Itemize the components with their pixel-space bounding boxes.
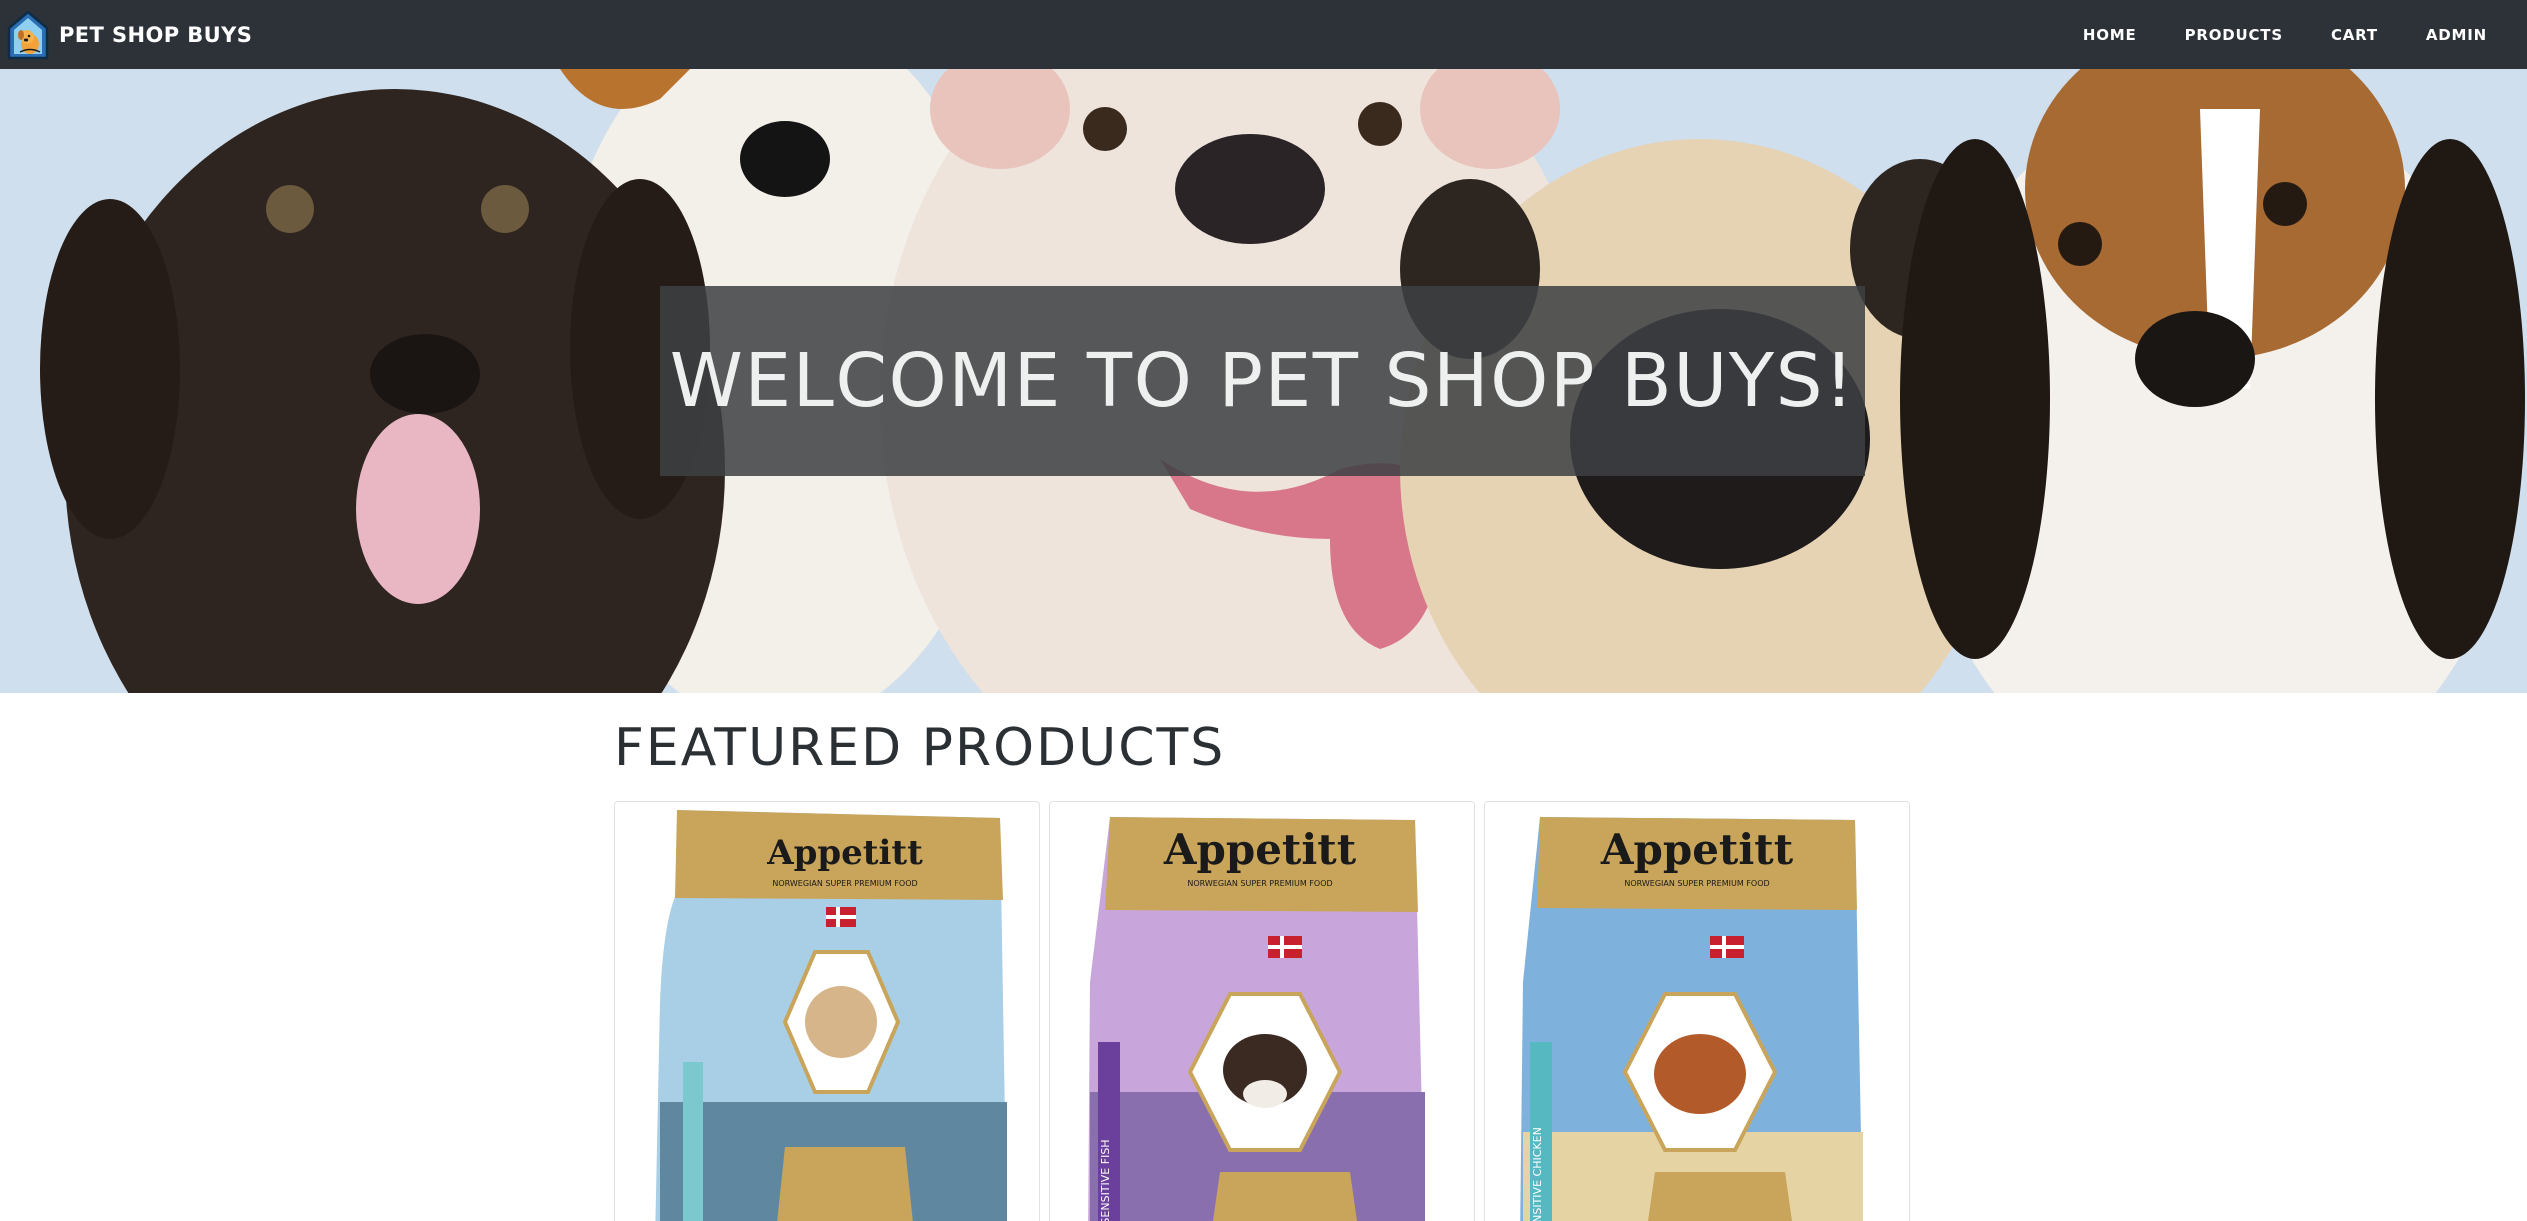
dog-food-bag-image: SENSITIVE CHICKEN Appetitt NORWEGIAN SUP… <box>1520 817 1863 1221</box>
dog-food-bag-image: Appetitt NORWEGIAN SUPER PREMIUM FOOD <box>655 810 1007 1221</box>
product-card[interactable]: SENSITIVE CHICKEN Appetitt NORWEGIAN SUP… <box>1484 801 1910 1221</box>
nav-link-home[interactable]: HOME <box>2083 26 2137 44</box>
bag-flavor-label: SENSITIVE CHICKEN <box>1531 1127 1544 1221</box>
product-card[interactable]: Appetitt NORWEGIAN SUPER PREMIUM FOOD <box>614 801 1040 1221</box>
bag-tagline: NORWEGIAN SUPER PREMIUM FOOD <box>1187 879 1332 888</box>
bag-brand-label: Appetitt <box>766 833 923 873</box>
featured-products-heading: FEATURED PRODUCTS <box>614 718 1226 778</box>
nav-links: HOME PRODUCTS CART ADMIN <box>2035 0 2487 69</box>
bag-brand-label: Appetitt <box>1163 825 1357 874</box>
bag-tagline: NORWEGIAN SUPER PREMIUM FOOD <box>1624 879 1769 888</box>
hero-section: WELCOME TO PET SHOP BUYS! <box>0 69 2527 693</box>
nav-link-admin[interactable]: ADMIN <box>2426 26 2487 44</box>
hero-banner: WELCOME TO PET SHOP BUYS! <box>660 286 1865 476</box>
top-navbar: PET SHOP BUYS HOME PRODUCTS CART ADMIN <box>0 0 2527 69</box>
dog-house-logo-icon <box>7 10 49 59</box>
dog-food-bag-image: SENSITIVE FISH Appetitt NORWEGIAN SUPER … <box>1088 817 1425 1221</box>
product-card-list: Appetitt NORWEGIAN SUPER PREMIUM FOOD SE… <box>614 801 1919 1221</box>
bag-flavor-label: SENSITIVE FISH <box>1099 1139 1112 1221</box>
bag-tagline: NORWEGIAN SUPER PREMIUM FOOD <box>772 879 917 888</box>
nav-link-cart[interactable]: CART <box>2331 26 2378 44</box>
brand-name: PET SHOP BUYS <box>59 22 253 47</box>
nav-link-products[interactable]: PRODUCTS <box>2185 26 2283 44</box>
bag-brand-label: Appetitt <box>1600 825 1794 874</box>
brand-link[interactable]: PET SHOP BUYS <box>0 0 252 69</box>
hero-title: WELCOME TO PET SHOP BUYS! <box>669 338 1856 424</box>
product-card[interactable]: SENSITIVE FISH Appetitt NORWEGIAN SUPER … <box>1049 801 1475 1221</box>
